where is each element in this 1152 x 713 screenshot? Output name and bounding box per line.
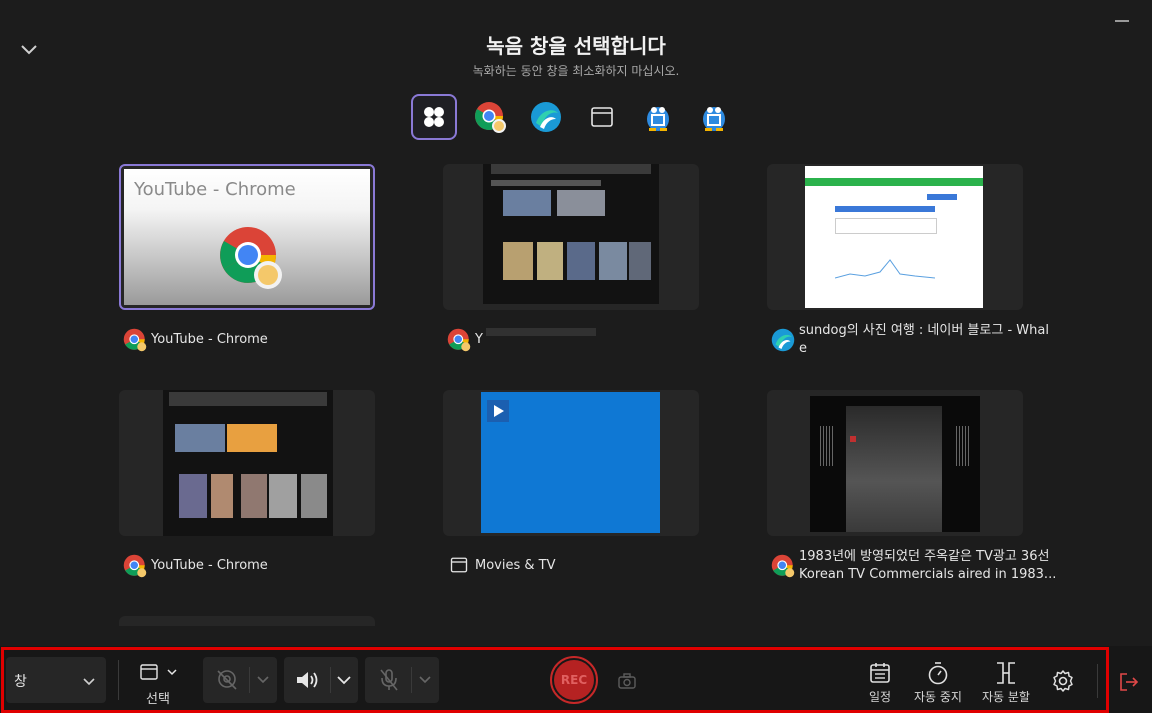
filter-chrome[interactable]: [467, 94, 513, 140]
filter-whale[interactable]: [523, 94, 569, 140]
exit-icon[interactable]: [1119, 672, 1139, 692]
capture-app-icon: [703, 107, 725, 131]
filter-capture-app-2[interactable]: [691, 94, 737, 140]
window-card-chrome-2[interactable]: [443, 164, 699, 310]
window-caption: sundog의 사진 여행 : 네이버 블로그 - Whale: [799, 323, 1049, 356]
chrome-icon: [475, 102, 506, 133]
chrome-icon: [771, 554, 795, 578]
chrome-icon: [123, 328, 147, 352]
chrome-icon: [447, 328, 471, 352]
page-title: 녹음 창을 선택합니다: [486, 34, 666, 58]
redacted-caption: [486, 328, 596, 336]
window-caption: Y: [475, 332, 483, 347]
window-card-partial[interactable]: [119, 616, 375, 626]
window-card-youtube-chrome-2[interactable]: [119, 390, 375, 536]
window-icon: [450, 557, 468, 573]
window-card-tv-commercials[interactable]: [767, 390, 1023, 536]
window-icon: [591, 107, 613, 127]
chrome-icon: [220, 227, 282, 289]
whale-icon: [531, 102, 561, 132]
minimize-button[interactable]: [1115, 20, 1129, 22]
highlight-frame: [1, 647, 1109, 713]
thumbnail-title: YouTube - Chrome: [134, 179, 296, 200]
chrome-icon: [123, 554, 147, 578]
window-thumbnail: YouTube - Chrome: [124, 169, 370, 305]
window-thumbnail: [805, 166, 983, 308]
whale-icon: [771, 328, 795, 352]
window-caption: Movies & TV: [475, 558, 556, 573]
window-thumbnail: [481, 392, 660, 533]
movies-tv-app-icon: [487, 400, 509, 422]
window-card-movies-tv[interactable]: [443, 390, 699, 536]
filter-windows[interactable]: [579, 94, 625, 140]
all-windows-icon: [424, 107, 444, 127]
window-card-whale[interactable]: [767, 164, 1023, 310]
window-caption: 1983년에 방영되었던 주옥같은 TV광고 36선 Korean TV Com…: [799, 549, 1057, 582]
filter-all-windows[interactable]: [411, 94, 457, 140]
capture-app-icon: [647, 107, 669, 131]
window-thumbnail: [483, 164, 659, 304]
page-subtitle: 녹화하는 동안 창을 최소화하지 마십시오.: [472, 64, 680, 78]
window-thumbnail: [810, 396, 980, 532]
window-card-youtube-chrome[interactable]: YouTube - Chrome: [119, 164, 375, 310]
window-caption: YouTube - Chrome: [151, 558, 268, 573]
window-thumbnail: [163, 390, 333, 536]
window-caption: YouTube - Chrome: [151, 332, 268, 347]
filter-capture-app-1[interactable]: [635, 94, 681, 140]
